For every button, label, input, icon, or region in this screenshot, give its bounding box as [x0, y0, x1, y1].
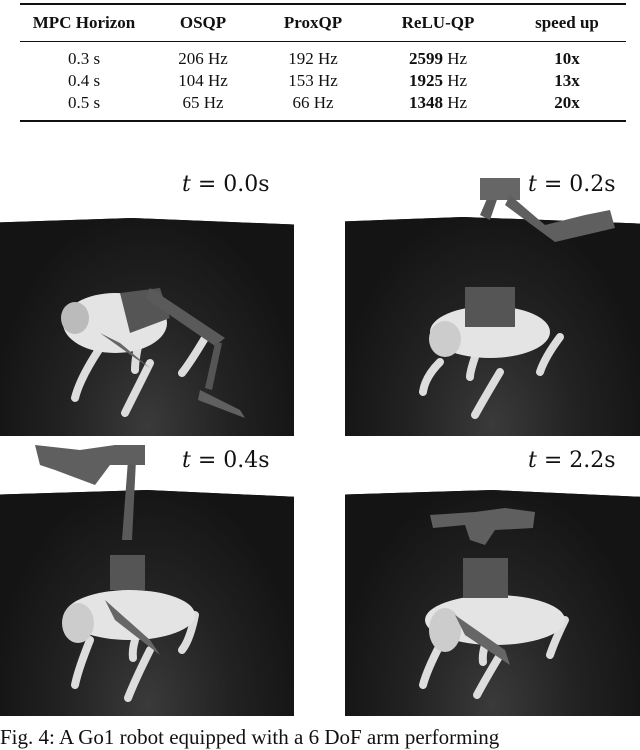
equals-sign: =: [536, 448, 570, 473]
arm-link-1: [122, 460, 136, 540]
cell-speedup-value: 20x: [554, 93, 580, 112]
arm-base: [465, 287, 515, 327]
sim-frame-t3: [345, 490, 640, 716]
table-header-row: MPC Horizon OSQP ProxQP ReLU-QP speed up: [20, 5, 626, 41]
arm-joint: [480, 178, 520, 200]
table-row: 0.4 s 104 Hz 153 Hz 1925 Hz 13x: [20, 70, 626, 92]
arm-overhang-t1: [480, 178, 615, 242]
robot-figure-t3: [419, 508, 569, 699]
arm-base: [463, 558, 508, 598]
cell-proxqp: 66 Hz: [292, 93, 334, 112]
robot-head: [62, 603, 94, 643]
cell-reluqp-value: 1925: [408, 71, 443, 90]
cell-proxqp: 192 Hz: [288, 49, 338, 68]
time-value: 2.2s: [569, 448, 616, 473]
table-row: 0.3 s 206 Hz 192 Hz 2599 Hz 10x: [20, 48, 626, 70]
cell-speedup: 20x: [508, 93, 626, 113]
cell-horizon: 0.3 s: [67, 49, 101, 68]
robot-head: [61, 302, 89, 334]
robot-head: [429, 608, 461, 652]
header-proxqp: ProxQP: [283, 13, 343, 32]
cell-reluqp-unit: Hz: [442, 71, 468, 90]
equals-sign: =: [190, 172, 224, 197]
cell-osqp: 206 Hz: [178, 49, 228, 68]
arm-link-2: [205, 343, 222, 390]
panel-label-t3: t = 2.2s: [528, 448, 616, 473]
cell-reluqp-unit: Hz: [442, 49, 468, 68]
cell-speedup-value: 10x: [554, 49, 580, 68]
arm-overhang-t2: [35, 445, 145, 540]
cell-reluqp-unit: Hz: [442, 93, 468, 112]
cell-reluqp: 1925 Hz: [368, 71, 508, 91]
table-body: 0.3 s 206 Hz 192 Hz 2599 Hz 10x 0.4 s 10…: [20, 42, 626, 120]
cell-speedup: 10x: [508, 49, 626, 69]
cell-osqp: 65 Hz: [182, 93, 224, 112]
header-reluqp: ReLU-QP: [401, 13, 475, 32]
figure-caption: Fig. 4: A Go1 robot equipped with a 6 Do…: [0, 725, 500, 749]
sim-frame-t0: [0, 218, 294, 436]
cell-reluqp-value: 1348: [408, 93, 443, 112]
cell-speedup: 13x: [508, 71, 626, 91]
robot-head: [429, 321, 461, 357]
arm-folded: [430, 508, 535, 545]
header-speedup: speed up: [535, 13, 599, 32]
time-variable: t: [528, 448, 537, 473]
time-value: 0.0s: [223, 172, 270, 197]
cell-reluqp-value: 2599: [408, 49, 443, 68]
cell-horizon: 0.5 s: [67, 93, 101, 112]
cell-reluqp: 1348 Hz: [368, 93, 508, 113]
cell-reluqp: 2599 Hz: [368, 49, 508, 69]
robot-figure-t0: [61, 288, 245, 418]
header-mpc-horizon: MPC Horizon: [32, 13, 136, 32]
results-table: MPC Horizon OSQP ProxQP ReLU-QP speed up…: [20, 3, 626, 122]
arm-gripper: [198, 390, 245, 418]
cell-horizon: 0.4 s: [67, 71, 101, 90]
cell-speedup-value: 13x: [554, 71, 580, 90]
cell-osqp: 104 Hz: [178, 71, 228, 90]
arm-base: [110, 555, 145, 590]
panel-label-t0: t = 0.0s: [182, 172, 270, 197]
time-variable: t: [182, 172, 191, 197]
arm-gripper: [505, 195, 615, 242]
header-osqp: OSQP: [179, 13, 227, 32]
table-row: 0.5 s 65 Hz 66 Hz 1348 Hz 20x: [20, 92, 626, 114]
cell-proxqp: 153 Hz: [288, 71, 338, 90]
table-bottom-rule: [20, 120, 626, 122]
